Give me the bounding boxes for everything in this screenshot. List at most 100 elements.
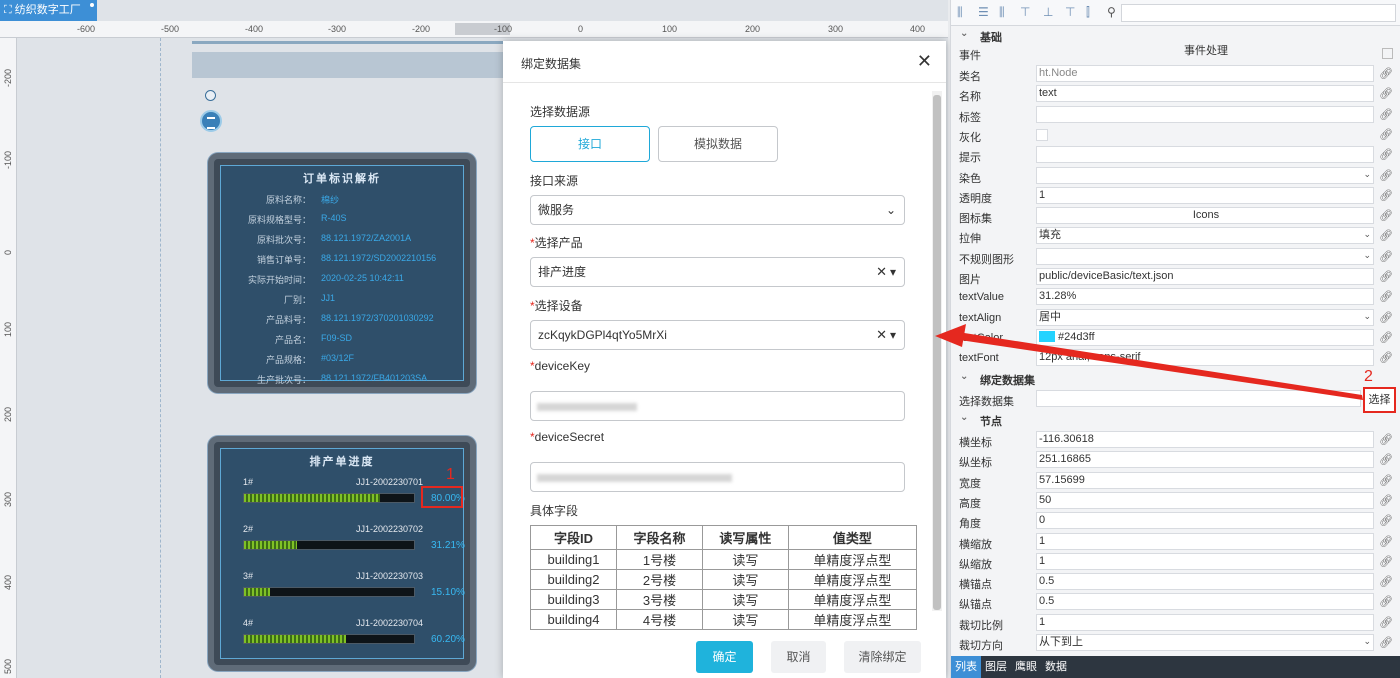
panel-tab[interactable]: 图层: [981, 656, 1011, 678]
prop-value[interactable]: text: [1036, 85, 1374, 103]
distribute-icon[interactable]: ⫿: [1086, 5, 1090, 20]
link-icon[interactable]: 🔗︎: [1379, 250, 1393, 263]
device-select[interactable]: zcKqykDGPl4qtYo5MrXi ✕ ▾: [530, 320, 905, 350]
prop-value[interactable]: 50: [1036, 491, 1374, 509]
prop-value[interactable]: 57.15699: [1036, 471, 1374, 489]
prop-value[interactable]: [1036, 247, 1374, 265]
prop-value[interactable]: ht.Node: [1036, 65, 1374, 82]
chevron-down-icon[interactable]: ⌄: [1363, 311, 1371, 322]
link-icon[interactable]: 🔗︎: [1379, 169, 1393, 182]
prop-value[interactable]: [1036, 146, 1374, 164]
prop-value[interactable]: 从下到上: [1036, 634, 1374, 651]
align-middle-icon[interactable]: ⊥: [1043, 5, 1053, 19]
chevron-down-icon[interactable]: ⌄: [1363, 250, 1371, 261]
panel-tab[interactable]: 鹰眼: [1011, 656, 1041, 678]
chevron-down-icon[interactable]: ⌄: [1363, 636, 1371, 647]
prop-value[interactable]: [1036, 166, 1374, 184]
link-icon[interactable]: 🔗︎: [1379, 514, 1393, 527]
link-icon[interactable]: 🔗︎: [1379, 636, 1393, 649]
link-icon[interactable]: 🔗︎: [1379, 595, 1393, 608]
close-icon[interactable]: ✕: [917, 51, 932, 72]
table-row[interactable]: building2 2号楼 读写 单精度浮点型: [530, 569, 918, 590]
dataset-field[interactable]: [1036, 390, 1361, 407]
scrollbar-thumb[interactable]: [933, 95, 941, 610]
link-icon[interactable]: 🔗︎: [1379, 474, 1393, 487]
header-strip[interactable]: [192, 52, 522, 78]
link-icon[interactable]: 🔗︎: [1379, 148, 1393, 161]
prop-value[interactable]: 0: [1036, 512, 1374, 530]
chevron-down-icon[interactable]: ⌄: [1363, 169, 1371, 180]
progress-percent[interactable]: 31.21%: [431, 540, 465, 551]
panel-tab[interactable]: 数据: [1041, 656, 1071, 678]
link-icon[interactable]: 🔗︎: [1379, 209, 1393, 222]
app-badge[interactable]: ⛶ 纺织数字工厂: [0, 0, 97, 21]
link-icon[interactable]: 🔗︎: [1379, 128, 1393, 141]
link-icon[interactable]: 🔗︎: [1379, 87, 1393, 100]
link-icon[interactable]: 🔗︎: [1379, 494, 1393, 507]
table-row[interactable]: building4 4号楼 读写 单精度浮点型: [530, 609, 918, 630]
event-checkbox[interactable]: [1382, 48, 1393, 59]
link-icon[interactable]: 🔗︎: [1379, 270, 1393, 283]
menu-icon[interactable]: [200, 110, 222, 132]
ok-button[interactable]: 确定: [696, 641, 753, 673]
prop-value[interactable]: 居中: [1036, 308, 1374, 326]
prop-value[interactable]: 1: [1036, 552, 1374, 570]
device-secret-input[interactable]: [530, 462, 905, 492]
table-row[interactable]: building1 1号楼 读写 单精度浮点型: [530, 549, 918, 570]
dialog-scrollbar[interactable]: [932, 91, 942, 611]
clear-icon[interactable]: ✕: [876, 321, 887, 349]
api-source-select[interactable]: 微服务 ⌄: [530, 195, 905, 225]
progress-percent[interactable]: 15.10%: [431, 587, 465, 598]
link-icon[interactable]: 🔗︎: [1379, 433, 1393, 446]
prop-value[interactable]: 12px arial, sans-serif: [1036, 349, 1374, 367]
link-icon[interactable]: 🔗︎: [1379, 67, 1393, 80]
prop-value[interactable]: 251.16865: [1036, 451, 1374, 469]
align-top-icon[interactable]: ⊤: [1020, 5, 1030, 19]
link-icon[interactable]: 🔗︎: [1379, 351, 1393, 364]
link-icon[interactable]: 🔗︎: [1379, 555, 1393, 568]
panel-tab[interactable]: 列表: [951, 656, 981, 678]
link-icon[interactable]: 🔗︎: [1379, 616, 1393, 629]
schedule-panel[interactable]: 排产单进度 1# JJ1-2002230701 80.00% 2# JJ1-200223…: [208, 436, 476, 671]
link-icon[interactable]: 🔗︎: [1379, 290, 1393, 303]
collapse-icon[interactable]: ⌄: [960, 28, 968, 39]
section-binding[interactable]: ⌄ 绑定数据集: [951, 368, 1400, 388]
link-icon[interactable]: 🔗︎: [1379, 575, 1393, 588]
link-icon[interactable]: 🔗︎: [1379, 229, 1393, 242]
prop-value[interactable]: [1036, 105, 1374, 123]
connector-dot[interactable]: [205, 90, 216, 101]
chevron-down-icon[interactable]: ⌄: [1363, 229, 1371, 240]
event-handler[interactable]: 事件处理: [1036, 44, 1374, 61]
link-icon[interactable]: 🔗︎: [1379, 331, 1393, 344]
collapse-icon[interactable]: ⌄: [960, 412, 968, 423]
collapse-icon[interactable]: ⌄: [960, 371, 968, 382]
prop-value[interactable]: 填充: [1036, 227, 1374, 245]
prop-value[interactable]: 0.5: [1036, 593, 1374, 611]
source-api-button[interactable]: 接口: [530, 126, 650, 162]
cancel-button[interactable]: 取消: [771, 641, 826, 673]
clear-icon[interactable]: ✕: [876, 258, 887, 286]
table-row[interactable]: building3 3号楼 读写 单精度浮点型: [530, 589, 918, 610]
order-panel[interactable]: 订单标识解析 原料名称： 棉纱 原料规格型号： R-40S 原料批次号： 88.121.1…: [208, 153, 476, 393]
align-bottom-icon[interactable]: ⊤: [1065, 5, 1075, 19]
prop-value[interactable]: 0.5: [1036, 573, 1374, 591]
prop-value[interactable]: 1: [1036, 613, 1374, 631]
prop-value[interactable]: 31.28%: [1036, 288, 1374, 306]
prop-value[interactable]: public/deviceBasic/text.json: [1036, 268, 1374, 285]
color-swatch[interactable]: [1039, 331, 1055, 343]
align-right-icon[interactable]: ⫼: [999, 5, 1005, 20]
prop-value[interactable]: 1: [1036, 532, 1374, 550]
prop-value[interactable]: Icons: [1036, 207, 1374, 225]
link-icon[interactable]: 🔗︎: [1379, 189, 1393, 202]
prop-value[interactable]: 1: [1036, 186, 1374, 204]
align-center-icon[interactable]: ☰: [978, 5, 989, 19]
section-basic[interactable]: ⌄ 基础: [951, 25, 1400, 45]
product-select[interactable]: 排产进度 ✕ ▾: [530, 257, 905, 287]
device-key-input[interactable]: [530, 391, 905, 421]
source-mock-button[interactable]: 模拟数据: [658, 126, 778, 162]
link-icon[interactable]: 🔗︎: [1379, 311, 1393, 324]
link-icon[interactable]: 🔗︎: [1379, 108, 1393, 121]
bind-dataset-dialog[interactable]: 绑定数据集 ✕ 选择数据源 接口 模拟数据 接口来源 微服务 ⌄ *选择产品 排…: [503, 41, 946, 678]
filter-icon[interactable]: ⚲: [1107, 5, 1116, 19]
properties-panel[interactable]: ⫼ ☰ ⫼ ⊤ ⊥ ⊤ ⫿ ⚲ ⌄ 基础 事件 事件处理 类名 ht.Node 🔗︎ 名…: [950, 0, 1400, 678]
